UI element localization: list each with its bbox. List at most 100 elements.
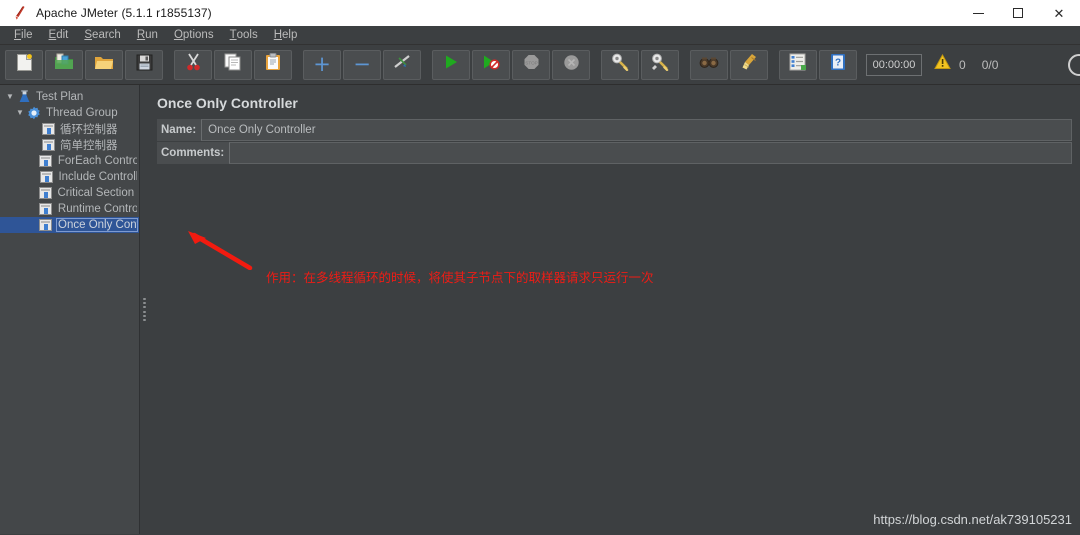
tree-item-label: Once Only Controlle [56,218,138,232]
toolbar-separator [164,50,173,80]
splitter-handle[interactable] [140,85,149,534]
start-no-timers-icon [482,54,500,75]
controller-icon [38,170,54,184]
toolbar-separator [293,50,302,80]
name-field-row: Name: Once Only Controller [157,119,1072,141]
menu-help[interactable]: Help [266,26,306,45]
search-button[interactable] [690,49,728,80]
controller-icon [40,138,56,152]
paste-icon [265,53,281,76]
clear-button[interactable] [601,49,639,80]
tree-item-label: 循环控制器 [60,124,118,136]
menu-options[interactable]: Options [166,26,222,45]
warning-icon [934,53,951,75]
close-button[interactable]: ✕ [1038,0,1080,26]
active-thread-count: 0/0 [981,57,999,72]
tree-item-label: Include Controller [58,171,137,183]
stop-button[interactable]: STOP [512,49,550,80]
collapse-remove-button[interactable]: − [343,49,381,80]
tree-item-label: Runtime Controller [57,203,137,215]
splitter-grip-icon [142,297,147,323]
toolbar: + − STOP ? 00:00:00 0 0/0 [0,45,1080,85]
toggle-button[interactable] [383,49,421,80]
window-title: Apache JMeter (5.1.1 r1855137) [36,6,212,20]
maximize-button[interactable] [998,0,1038,26]
thread-group-icon [26,106,42,120]
templates-icon [54,53,74,76]
tree-item-simple-controller[interactable]: 简单控制器 [0,137,139,153]
expand-add-button[interactable]: + [303,49,341,80]
elapsed-timer: 00:00:00 [866,53,922,76]
edge-circle-icon [1068,53,1080,76]
window-controls: ✕ [958,0,1080,26]
menu-run[interactable]: Run [129,26,166,45]
start-button[interactable] [432,49,470,80]
function-helper-icon [789,53,807,76]
shutdown-button[interactable] [552,49,590,80]
minimize-button[interactable] [958,0,998,26]
tree-item-label: Test Plan [36,91,84,103]
start-no-timers-button[interactable] [472,49,510,80]
save-icon [136,54,153,76]
new-button[interactable] [5,49,43,80]
cut-button[interactable] [174,49,212,80]
clear-icon [611,53,630,76]
page-title: Once Only Controller [157,95,298,111]
tree-item-once-only-controller[interactable]: Once Only Controlle [0,217,139,233]
tree-item-label: ForEach Controller [57,155,137,167]
clear-all-icon [651,53,670,76]
open-button[interactable] [85,49,123,80]
controller-icon [38,202,54,216]
chevron-down-icon[interactable]: ▼ [4,93,16,101]
paste-button[interactable] [254,49,292,80]
controller-panel: Once Only Controller Name: Once Only Con… [149,85,1080,534]
tree-item-runtime-controller[interactable]: Runtime Controller [0,201,139,217]
controller-icon [40,122,56,136]
svg-text:STOP: STOP [525,60,537,65]
comments-label: Comments: [157,142,230,164]
toggle-icon [393,53,412,76]
menu-file[interactable]: File [6,26,41,45]
collapse-remove-icon: − [353,52,371,76]
tree-item-test-plan[interactable]: ▼ Test Plan [0,89,139,105]
svg-text:?: ? [835,58,841,69]
search-icon [699,55,719,74]
start-icon [443,54,459,75]
toolbar-separator [422,50,431,80]
test-plan-icon [16,90,32,104]
tree-item-loop-controller[interactable]: 循环控制器 [0,121,139,137]
clear-all-button[interactable] [641,49,679,80]
toolbar-separator [680,50,689,80]
name-input[interactable]: Once Only Controller [201,119,1072,141]
watermark: https://blog.csdn.net/ak739105231 [873,512,1072,527]
menu-tools[interactable]: Tools [222,26,266,45]
tree-item-thread-group[interactable]: ▼ Thread Group [0,105,139,121]
help-button[interactable]: ? [819,49,857,80]
menu-search[interactable]: Search [76,26,128,45]
test-plan-tree[interactable]: ▼ Test Plan ▼ Thread Group 循环控制器 简单控制器 F… [0,85,140,534]
menu-edit[interactable]: Edit [41,26,77,45]
tree-item-include-controller[interactable]: Include Controller [0,169,139,185]
chevron-down-icon[interactable]: ▼ [14,109,26,117]
toolbar-separator [591,50,600,80]
tree-item-label: 简单控制器 [60,140,118,152]
reset-search-button[interactable] [730,49,768,80]
comments-input[interactable] [229,142,1072,164]
open-icon [94,54,114,76]
templates-button[interactable] [45,49,83,80]
controller-icon [38,154,54,168]
stop-icon: STOP [523,54,540,76]
tree-item-critical-section-controller[interactable]: Critical Section Con [0,185,139,201]
function-helper-button[interactable] [779,49,817,80]
expand-add-icon: + [313,52,331,76]
jmeter-feather-icon [8,0,30,26]
new-icon [16,53,33,77]
warning-count: 0 [959,57,966,72]
warning-indicator[interactable]: 0 [934,53,966,75]
copy-button[interactable] [214,49,252,80]
save-button[interactable] [125,49,163,80]
tree-item-foreach-controller[interactable]: ForEach Controller [0,153,139,169]
controller-icon [37,218,53,232]
main-area: ▼ Test Plan ▼ Thread Group 循环控制器 简单控制器 F… [0,85,1080,534]
toolbar-separator [769,50,778,80]
